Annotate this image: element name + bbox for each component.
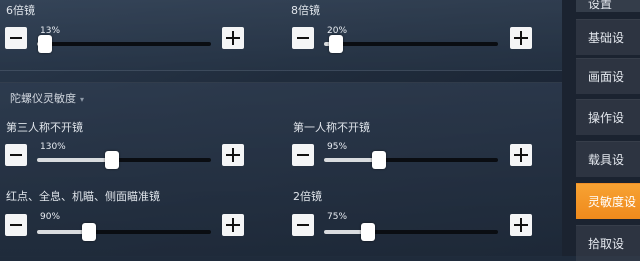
plus-icon <box>226 218 240 232</box>
sidebar-item-label: 拾取设 <box>588 237 625 251</box>
slider-thumb[interactable] <box>360 223 375 241</box>
minus-icon <box>10 37 22 39</box>
slider-value-red-dot: 90% <box>40 212 61 222</box>
minus-icon <box>10 224 22 226</box>
slider-value-first-person: 95% <box>327 142 348 152</box>
settings-content: 6倍镜 13% 8倍镜 20% 陀螺仪灵敏度 ▾ 第三人称不开镜 130% 第一人… <box>0 0 562 257</box>
slider-value-2x-scope: 75% <box>327 212 348 222</box>
sidebar-item-basic[interactable]: 基础设 <box>576 19 640 55</box>
plus-icon <box>226 148 240 162</box>
section-title-text: 陀螺仪灵敏度 <box>10 92 76 105</box>
section-title-gyroscope[interactable]: 陀螺仪灵敏度 ▾ <box>10 90 84 106</box>
sidebar-item-vehicle[interactable]: 载具设 <box>576 141 640 177</box>
decrease-button-red-dot[interactable] <box>5 214 27 236</box>
sidebar-item-label: 基础设 <box>588 31 625 45</box>
sidebar-item-graphics[interactable]: 画面设 <box>576 58 640 94</box>
slider-thumb[interactable] <box>37 35 52 53</box>
scope-sensitivity-panel <box>0 0 562 71</box>
minus-icon <box>297 37 309 39</box>
increase-button-third-person[interactable] <box>222 144 244 166</box>
decrease-button-6x-scope[interactable] <box>5 27 27 49</box>
decrease-button-third-person[interactable] <box>5 144 27 166</box>
slider-value-6x-scope: 13% <box>40 26 61 36</box>
slider-label-8x-scope: 8倍镜 <box>291 4 320 17</box>
decrease-button-2x-scope[interactable] <box>292 214 314 236</box>
sidebar-item-label: 载具设 <box>588 153 625 167</box>
sidebar-item-label: 画面设 <box>588 70 625 84</box>
increase-button-2x-scope[interactable] <box>510 214 532 236</box>
slider-label-first-person: 第一人称不开镜 <box>293 121 370 134</box>
increase-button-first-person[interactable] <box>510 144 532 166</box>
increase-button-6x-scope[interactable] <box>222 27 244 49</box>
slider-fill <box>324 158 380 162</box>
slider-thumb[interactable] <box>105 151 120 169</box>
slider-label-third-person: 第三人称不开镜 <box>6 121 83 134</box>
slider-label-red-dot: 红点、全息、机瞄、侧面瞄准镜 <box>6 190 160 203</box>
slider-track-first-person[interactable] <box>324 151 498 169</box>
plus-icon <box>226 31 240 45</box>
plus-icon <box>514 31 528 45</box>
sidebar-item-label: 灵敏度设 <box>588 195 637 209</box>
sidebar-item-controls[interactable]: 操作设 <box>576 99 640 135</box>
slider-thumb[interactable] <box>82 223 97 241</box>
increase-button-red-dot[interactable] <box>222 214 244 236</box>
slider-fill <box>37 158 113 162</box>
slider-track-8x-scope[interactable] <box>324 35 498 53</box>
slider-label-6x-scope: 6倍镜 <box>6 4 35 17</box>
decrease-button-8x-scope[interactable] <box>292 27 314 49</box>
minus-icon <box>297 224 309 226</box>
slider-track-third-person[interactable] <box>37 151 211 169</box>
sidebar-header: 设置 <box>576 0 640 12</box>
sidebar-item-label: 操作设 <box>588 111 625 125</box>
slider-label-2x-scope: 2倍镜 <box>293 190 322 203</box>
slider-track-6x-scope[interactable] <box>37 35 211 53</box>
chevron-down-icon: ▾ <box>80 95 85 104</box>
decrease-button-first-person[interactable] <box>292 144 314 166</box>
slider-value-8x-scope: 20% <box>327 26 348 36</box>
plus-icon <box>514 148 528 162</box>
slider-track-red-dot[interactable] <box>37 223 211 241</box>
increase-button-8x-scope[interactable] <box>510 27 532 49</box>
slider-thumb[interactable] <box>372 151 387 169</box>
slider-value-third-person: 130% <box>40 142 66 152</box>
plus-icon <box>514 218 528 232</box>
minus-icon <box>297 154 309 156</box>
slider-track-2x-scope[interactable] <box>324 223 498 241</box>
minus-icon <box>10 154 22 156</box>
settings-sidebar: 设置 基础设 画面设 操作设 载具设 灵敏度设 拾取设 <box>562 0 640 261</box>
sidebar-item-sensitivity[interactable]: 灵敏度设 <box>576 183 640 219</box>
slider-thumb[interactable] <box>328 35 343 53</box>
